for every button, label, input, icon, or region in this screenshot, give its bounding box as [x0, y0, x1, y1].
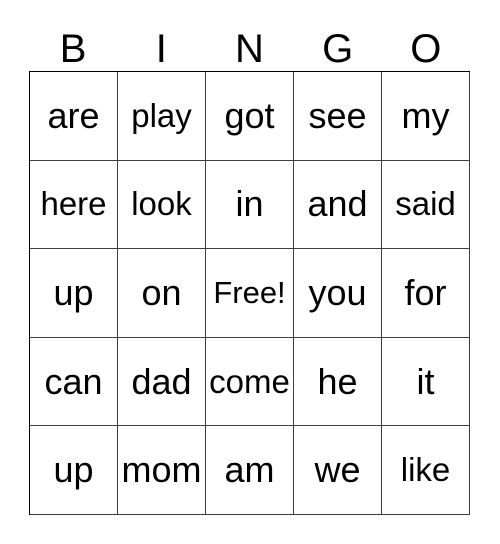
bingo-cell-free[interactable]: Free!: [206, 249, 294, 338]
bingo-cell-label: for: [404, 271, 447, 313]
bingo-row: up on Free! you for: [30, 249, 470, 338]
bingo-header-letter-g: G: [322, 27, 354, 71]
bingo-cell-label: and: [307, 183, 368, 225]
bingo-cell-label: we: [314, 449, 361, 491]
bingo-header-letter-o: O: [410, 27, 442, 71]
bingo-header-letter-b: B: [59, 27, 87, 71]
bingo-cell-label: am: [224, 449, 275, 491]
bingo-cell[interactable]: and: [294, 160, 382, 250]
bingo-cell[interactable]: in: [206, 160, 294, 250]
bingo-cell[interactable]: my: [382, 72, 470, 161]
bingo-cell[interactable]: said: [382, 160, 470, 250]
bingo-cell-label: it: [416, 360, 435, 402]
bingo-cell-label: on: [141, 271, 182, 313]
bingo-cell-label: mom: [121, 449, 202, 491]
bingo-cell[interactable]: on: [118, 249, 206, 338]
bingo-cell-label: play: [131, 96, 192, 134]
bingo-cell[interactable]: see: [294, 72, 382, 161]
bingo-cell[interactable]: you: [294, 249, 382, 338]
bingo-cell[interactable]: am: [206, 426, 294, 515]
bingo-cell[interactable]: we: [294, 426, 382, 515]
bingo-cell[interactable]: can: [30, 337, 118, 427]
bingo-cell[interactable]: come: [206, 337, 294, 427]
bingo-row: up mom am we like: [30, 426, 470, 515]
bingo-row: can dad come he it: [30, 337, 470, 427]
bingo-cell[interactable]: like: [382, 426, 470, 515]
bingo-cell[interactable]: are: [30, 72, 118, 161]
bingo-grid: are play got see my here look in and sai…: [29, 71, 470, 515]
bingo-cell-label: said: [395, 185, 456, 223]
bingo-cell[interactable]: for: [382, 249, 470, 338]
bingo-cell-label: in: [235, 183, 264, 225]
bingo-cell[interactable]: mom: [118, 426, 206, 515]
bingo-cell-label: are: [47, 94, 100, 136]
bingo-header-letter-n: N: [235, 27, 264, 71]
bingo-cell-label: my: [401, 94, 450, 136]
bingo-cell-label: you: [308, 271, 367, 313]
bingo-cell-label: like: [400, 451, 451, 489]
bingo-cell-label: got: [224, 94, 275, 136]
bingo-cell[interactable]: got: [206, 72, 294, 161]
bingo-cell-label: up: [53, 449, 94, 491]
bingo-cell[interactable]: it: [382, 337, 470, 427]
bingo-cell-label: here: [40, 185, 107, 223]
bingo-header-row: B I N G O: [29, 14, 470, 71]
bingo-cell[interactable]: dad: [118, 337, 206, 427]
bingo-cell-label: see: [308, 94, 367, 136]
bingo-cell-label: look: [131, 185, 192, 223]
bingo-cell[interactable]: look: [118, 160, 206, 250]
bingo-cell-label: dad: [131, 360, 192, 402]
bingo-row: are play got see my: [30, 72, 470, 161]
bingo-cell[interactable]: play: [118, 72, 206, 161]
bingo-cell-label: come: [209, 362, 290, 400]
bingo-cell[interactable]: up: [30, 426, 118, 515]
bingo-cell-label: up: [53, 271, 94, 313]
bingo-cell[interactable]: he: [294, 337, 382, 427]
bingo-header-letter-i: I: [155, 27, 167, 71]
bingo-cell-label: can: [44, 360, 103, 402]
bingo-cell[interactable]: up: [30, 249, 118, 338]
bingo-free-label: Free!: [213, 274, 286, 310]
bingo-row: here look in and said: [30, 160, 470, 250]
bingo-cell[interactable]: here: [30, 160, 118, 250]
bingo-card: B I N G O are play got see my here look …: [29, 14, 470, 515]
bingo-cell-label: he: [317, 360, 358, 402]
